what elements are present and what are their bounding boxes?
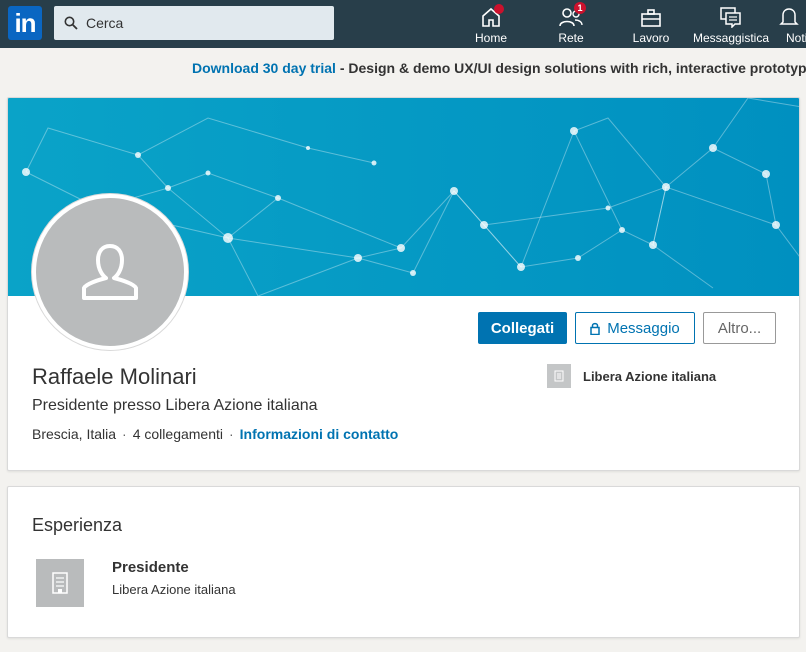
bell-icon (779, 8, 799, 25)
connect-button[interactable]: Collegati (478, 312, 567, 344)
network-badge: 1 (574, 2, 586, 14)
profile-location: Brescia, Italia (32, 426, 117, 442)
building-icon (554, 370, 564, 382)
building-icon (52, 572, 68, 594)
notification-dot (494, 4, 504, 14)
nav-jobs-label: Lavoro (632, 31, 670, 45)
messaging-icon (720, 7, 741, 28)
nav-home[interactable]: Home (451, 4, 531, 46)
search-input[interactable] (84, 14, 328, 32)
ad-banner: Download 30 day trial - Design & demo UX… (0, 60, 806, 76)
profile-meta: Brescia, Italia · 4 collegamenti · Informazi… (32, 426, 398, 442)
nav-notifications-label: Notifiche (786, 31, 806, 45)
nav-jobs[interactable]: Lavoro (611, 4, 691, 46)
experience-section-title: Esperienza (32, 515, 123, 535)
nav-home-label: Home (474, 31, 507, 45)
nav-messaging-label: Messaggistica (692, 31, 770, 45)
search-box[interactable] (54, 6, 334, 40)
profile-headline: Presidente presso Libera Azione italiana (32, 397, 318, 414)
message-button-label: Messaggio (607, 319, 680, 337)
nav-network[interactable]: 1 Rete (531, 2, 611, 46)
meta-separator: · (122, 426, 127, 442)
linkedin-logo[interactable]: in (8, 6, 42, 40)
lock-icon (590, 322, 600, 335)
message-button[interactable]: Messaggio (575, 312, 695, 344)
profile-connections[interactable]: 4 collegamenti (133, 426, 223, 442)
experience-company: Libera Azione italiana (112, 582, 236, 597)
profile-card: Collegati Messaggio Altro... Raffaele Mo… (7, 97, 800, 471)
ad-link[interactable]: Download 30 day trial (192, 60, 336, 76)
ad-separator: - (335, 60, 349, 76)
briefcase-icon (641, 9, 661, 27)
company-name: Libera Azione italiana (583, 368, 717, 384)
person-placeholder-icon (82, 244, 138, 300)
profile-avatar[interactable] (32, 194, 188, 350)
company-logo (547, 364, 571, 388)
experience-card: Esperienza Presidente Libera Azione ital… (7, 486, 800, 638)
top-navigation-bar: in Home 1 Rete Lavoro Messaggistica (0, 0, 806, 48)
experience-role[interactable]: Presidente (112, 559, 189, 576)
experience-company-logo[interactable] (36, 559, 84, 607)
ad-text: Design & demo UX/UI design solutions wit… (348, 60, 806, 76)
nav-messaging[interactable]: Messaggistica (691, 4, 771, 46)
meta-separator: · (229, 426, 234, 442)
contact-info-link[interactable]: Informazioni di contatto (240, 426, 399, 442)
nav-network-label: Rete (558, 31, 584, 45)
profile-name: Raffaele Molinari (32, 364, 197, 389)
profile-company[interactable]: Libera Azione italiana (547, 364, 716, 388)
more-button[interactable]: Altro... (703, 312, 776, 344)
nav-notifications[interactable]: Notifiche (771, 4, 806, 46)
search-icon (64, 16, 78, 30)
